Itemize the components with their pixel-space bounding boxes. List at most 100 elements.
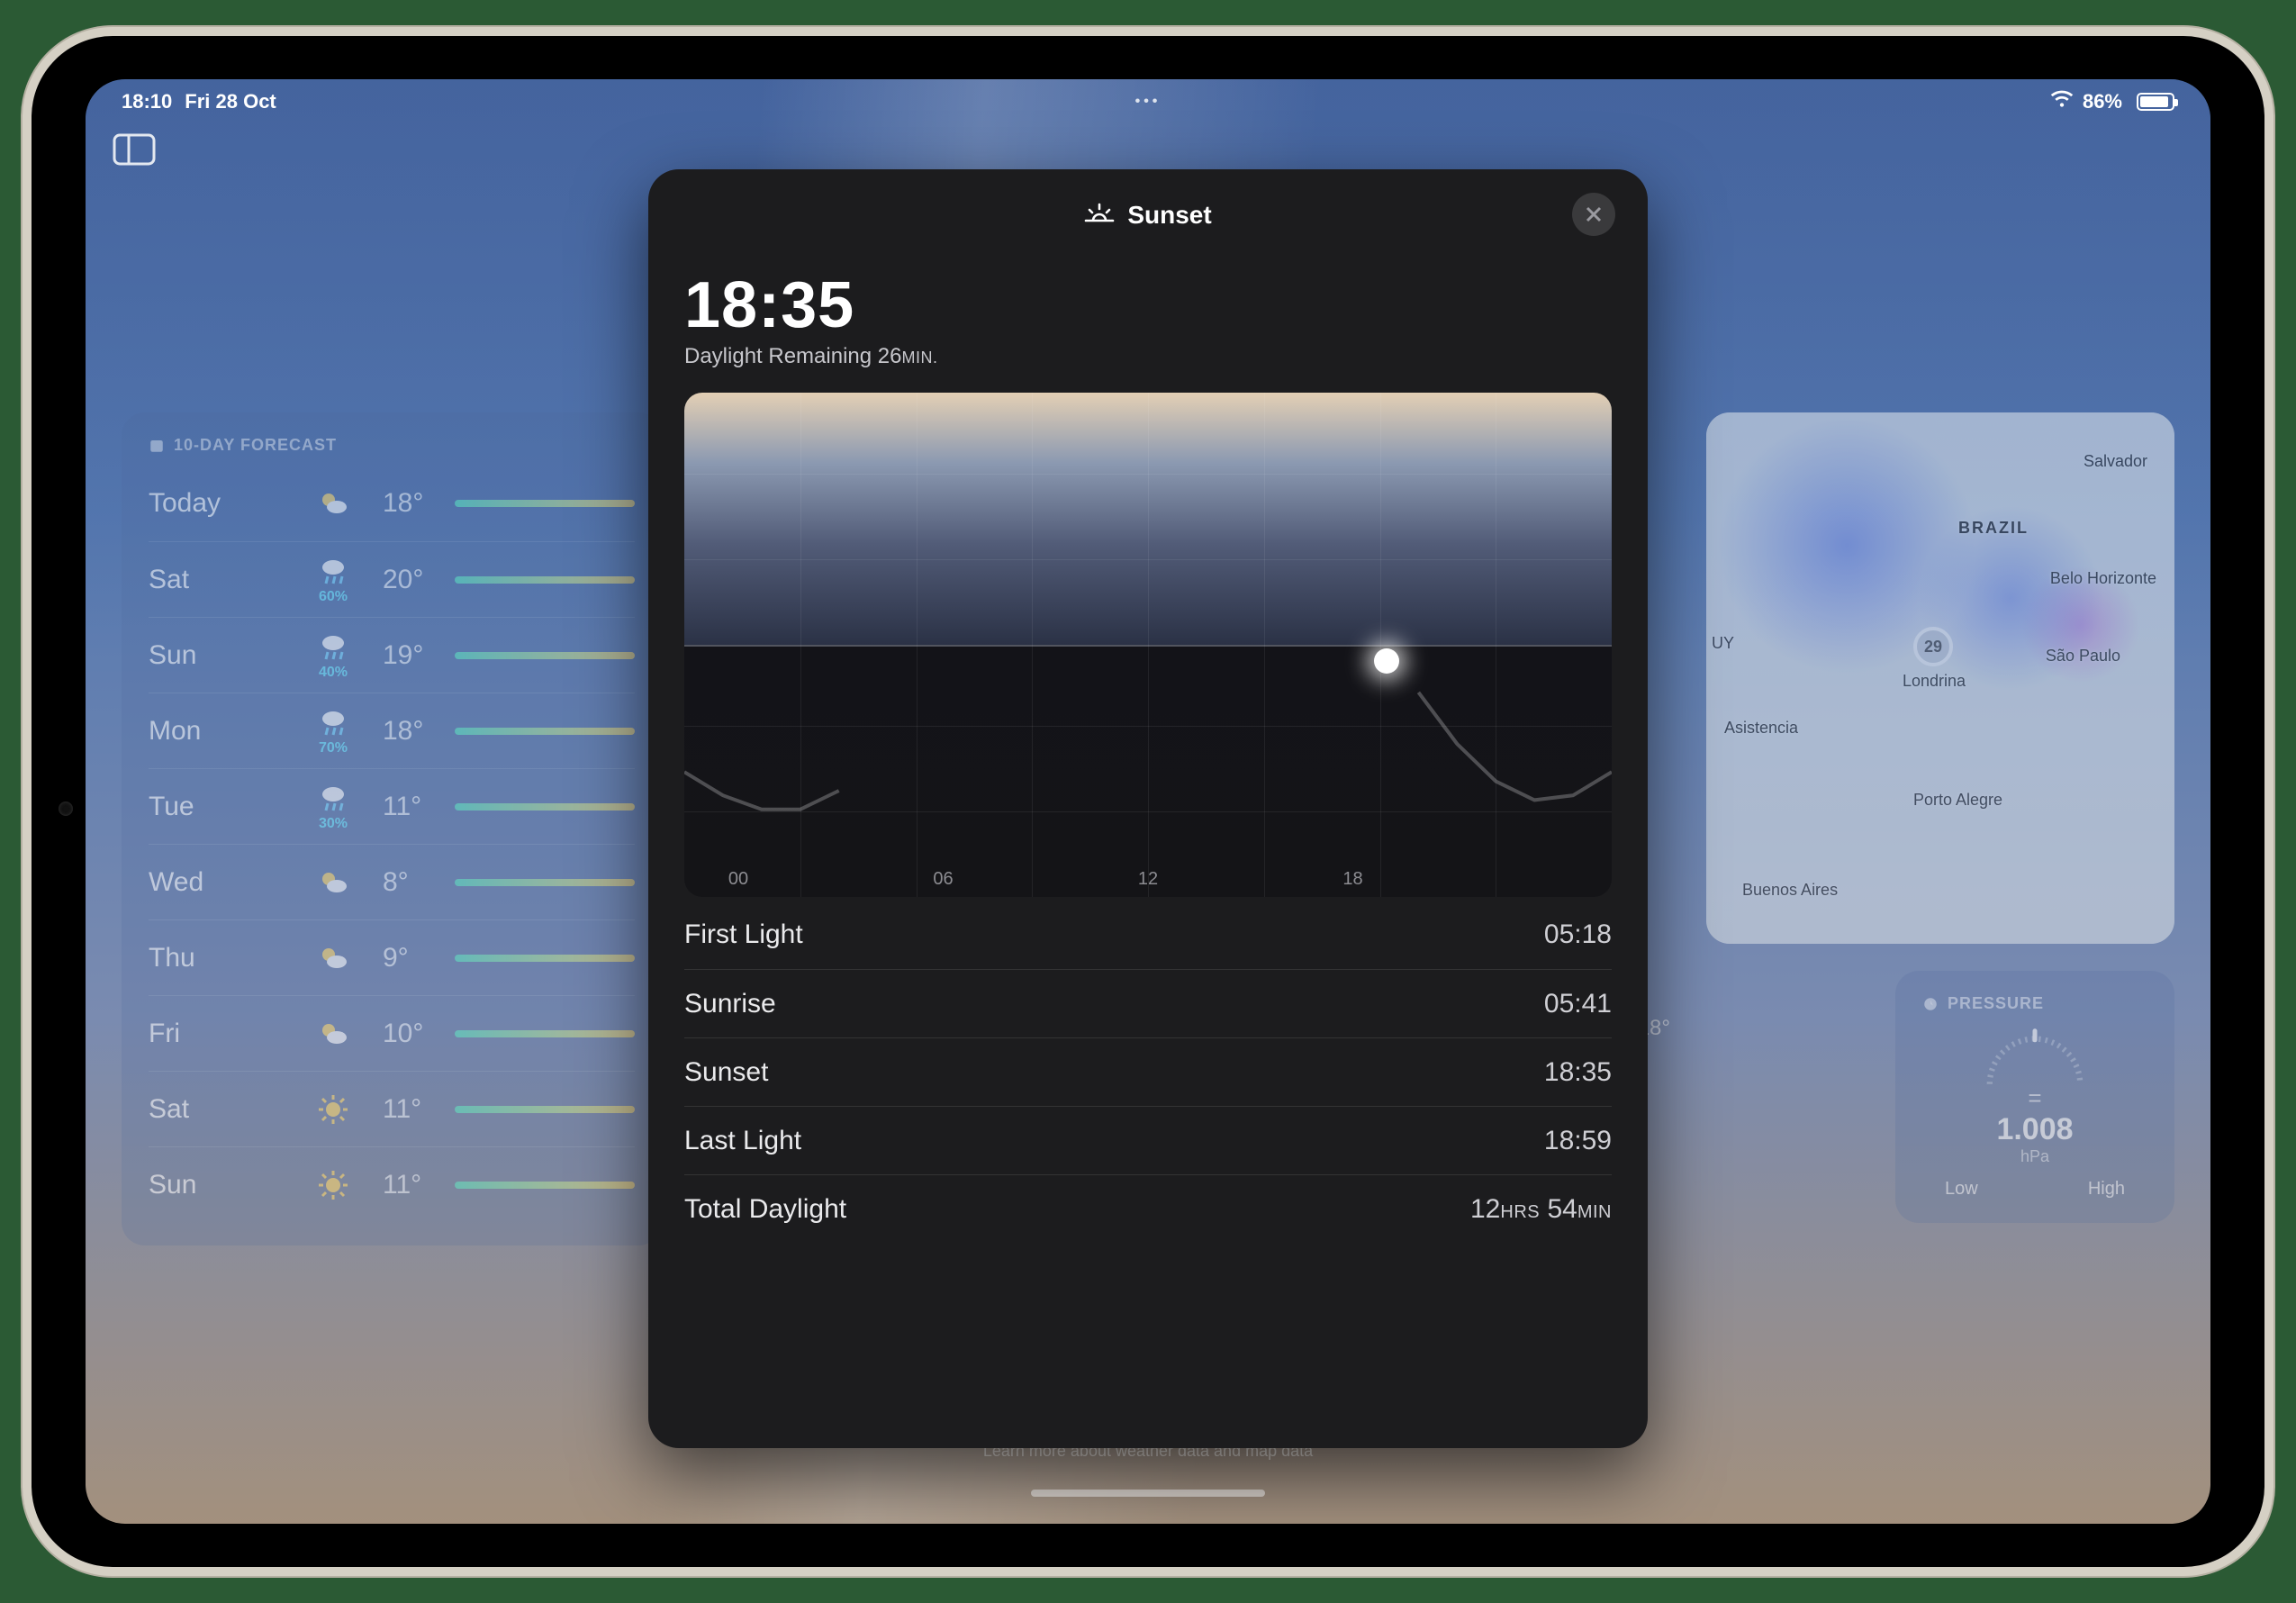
pressure-header: PRESSURE [1948,994,2044,1013]
detail-label: Sunset [684,1057,768,1088]
wifi-icon [2050,87,2074,116]
forecast-low: 10° [383,1019,455,1049]
forecast-low: 9° [383,943,455,974]
status-date: Fri 28 Oct [185,90,276,113]
forecast-day: Today [149,488,284,519]
pressure-unit: hPa [2020,1147,2049,1166]
temp-range-bar [455,879,635,886]
temp-range-bar [455,803,635,811]
forecast-day: Fri [149,1019,284,1049]
temp-range-bar [455,728,635,735]
precipitation-map[interactable]: Salvador BRAZIL Belo Horizonte São Paulo… [1706,412,2174,944]
map-pin[interactable]: 29 [1913,627,1953,666]
status-time: 18:10 [122,90,172,113]
forecast-row[interactable]: Fri 10° [149,995,635,1071]
sun-altitude-chart[interactable]: 00 06 12 18 [684,393,1612,897]
forecast-row[interactable]: Thu 9° [149,919,635,995]
weather-icon [284,942,383,974]
forecast-row[interactable]: Wed 8° [149,844,635,919]
forecast-card[interactable]: 10-DAY FORECAST Today18°Sat60%20°Sun40%1… [122,412,662,1245]
front-camera [59,802,73,816]
forecast-low: 18° [383,716,455,747]
sun-curve [684,393,1612,861]
temp-range-bar [455,1030,635,1037]
temp-range-bar [455,652,635,659]
sun-detail-row: Sunrise 05:41 [684,969,1612,1037]
forecast-row[interactable]: Sun 11° [149,1146,635,1222]
map-label: Belo Horizonte [2050,569,2156,588]
temp-range-bar [455,1106,635,1113]
weather-icon [284,1169,383,1201]
forecast-low: 18° [383,488,455,519]
sheet-title: Sunset [1127,201,1211,230]
detail-value: 18:59 [1544,1126,1612,1156]
sunset-time: 18:35 [684,268,1612,342]
forecast-day: Sun [149,1170,284,1200]
forecast-day: Tue [149,792,284,822]
weather-icon [284,866,383,899]
temp-range-bar [455,1182,635,1189]
pressure-card[interactable]: PRESSURE = 1.008 hPa Low High [1895,971,2174,1223]
detail-value: 05:18 [1544,919,1612,950]
forecast-low: 20° [383,565,455,595]
weather-icon: 70% [284,706,383,756]
map-label: Buenos Aires [1742,881,1838,900]
forecast-header: 10-DAY FORECAST [174,436,337,455]
close-button[interactable] [1572,193,1615,236]
weather-icon: 60% [284,555,383,605]
forecast-day: Sun [149,640,284,671]
map-label: BRAZIL [1958,519,2029,538]
pressure-eq: = [2028,1084,2041,1112]
multitask-dots[interactable]: ••• [806,94,1490,110]
temp-range-bar [455,576,635,584]
battery-icon [2131,93,2174,111]
detail-value: 12HRS 54MIN [1470,1194,1612,1225]
detail-label: First Light [684,919,803,950]
detail-value: 18:35 [1544,1057,1612,1088]
forecast-day: Wed [149,867,284,898]
sun-detail-row: Total Daylight 12HRS 54MIN [684,1174,1612,1243]
pressure-high-label: High [2088,1179,2125,1200]
forecast-low: 19° [383,640,455,671]
status-bar: 18:10 Fri 28 Oct ••• 86% [86,79,2210,124]
detail-label: Sunrise [684,989,776,1019]
pressure-value: 1.008 [1996,1112,2073,1147]
forecast-day: Sat [149,1094,284,1125]
weather-icon [284,1018,383,1050]
forecast-day: Sat [149,565,284,595]
pressure-low-label: Low [1945,1179,1978,1200]
home-indicator[interactable] [1031,1490,1265,1497]
forecast-low: 11° [383,1094,455,1125]
forecast-low: 11° [383,792,455,822]
forecast-row[interactable]: Sat60%20° [149,541,635,617]
forecast-day: Thu [149,943,284,974]
forecast-row[interactable]: Sat 11° [149,1071,635,1146]
weather-icon [284,1093,383,1126]
map-label: Londrina [1903,672,1966,691]
sunset-sheet: Sunset 18:35 Daylight Remaining 26MIN. [648,169,1648,1448]
x-axis-ticks: 00 06 12 18 [684,869,1612,890]
detail-label: Last Light [684,1126,801,1156]
forecast-low: 11° [383,1170,455,1200]
current-sun-position [1374,648,1399,674]
forecast-row[interactable]: Sun40%19° [149,617,635,693]
detail-value: 05:41 [1544,989,1612,1019]
daylight-remaining: Daylight Remaining 26MIN. [684,344,1612,369]
temp-range-bar [455,500,635,507]
battery-percent: 86% [2083,90,2122,113]
detail-label: Total Daylight [684,1194,846,1225]
sun-details: First Light 05:18 Sunrise 05:41 Sunset 18:35 L… [684,901,1612,1243]
sunset-icon [1084,200,1115,231]
weather-icon: 30% [284,782,383,832]
ipad-frame: 18:10 Fri 28 Oct ••• 86% [32,36,2264,1567]
forecast-low: 8° [383,867,455,898]
map-label: Salvador [2084,452,2147,471]
map-label: Asistencia [1724,719,1798,738]
temp-range-bar [455,955,635,962]
weather-icon [284,487,383,520]
sidebar-toggle[interactable] [113,133,158,169]
forecast-row[interactable]: Today 18° [149,466,635,541]
forecast-row[interactable]: Mon70%18° [149,693,635,768]
forecast-row[interactable]: Tue30%11° [149,768,635,844]
weather-icon: 40% [284,630,383,681]
